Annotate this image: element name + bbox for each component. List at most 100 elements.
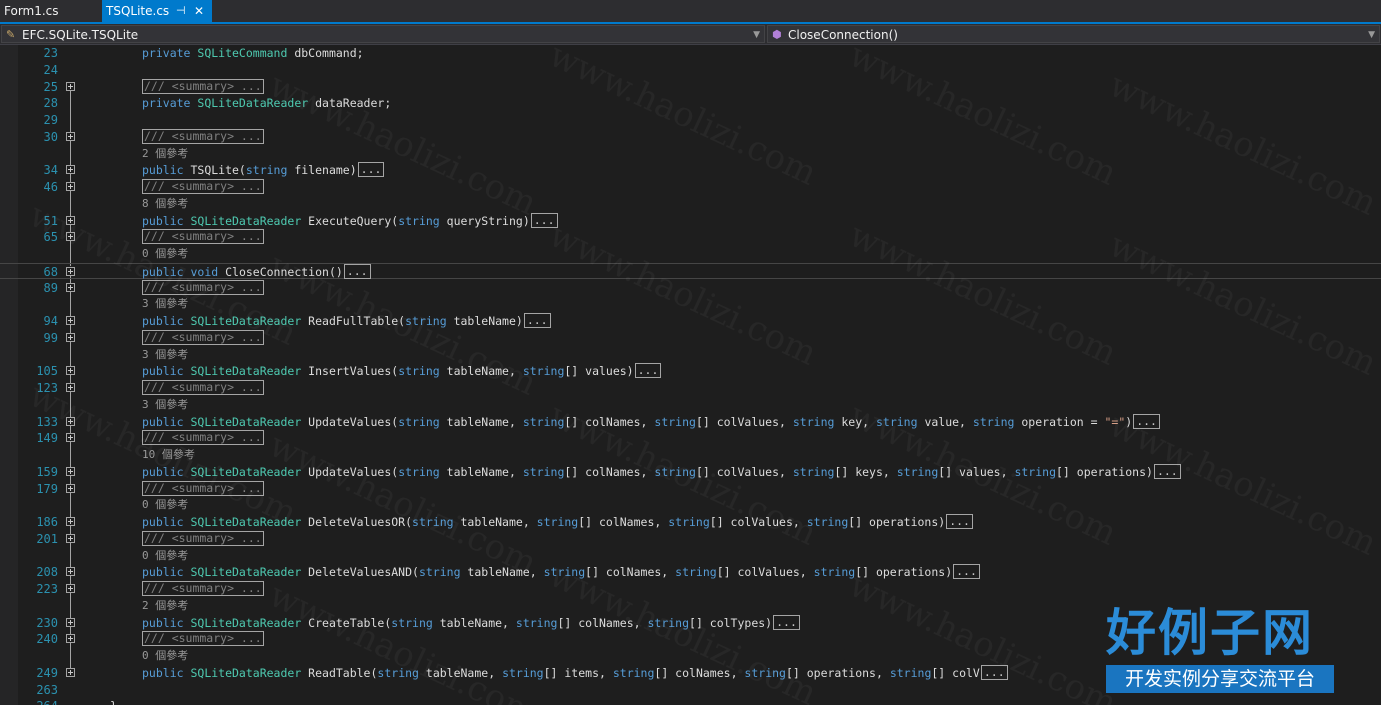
code-line[interactable]: 133 public SQLiteDataReader UpdateValues(… — [0, 413, 1381, 430]
expand-outline-icon[interactable] — [66, 584, 75, 593]
code-lens-row[interactable]: 0 個參考 — [0, 497, 1381, 513]
code-line[interactable]: 201 /// <summary> ... — [0, 530, 1381, 547]
expand-outline-icon[interactable] — [66, 667, 75, 677]
expand-outline-icon[interactable] — [66, 131, 75, 141]
code-line[interactable]: 223 /// <summary> ... — [0, 581, 1381, 597]
collapsed-summary-comment[interactable]: /// <summary> ... — [142, 128, 264, 144]
tab-form1-cs[interactable]: Form1.cs — [0, 0, 102, 22]
expand-outline-icon[interactable] — [66, 634, 75, 644]
code-line[interactable]: 51 public SQLiteDataReader ExecuteQuery(s… — [0, 212, 1381, 229]
expand-outline-icon[interactable] — [66, 617, 75, 627]
expand-outline-icon[interactable] — [66, 81, 75, 91]
expand-outline-icon[interactable] — [66, 215, 75, 225]
code-line[interactable]: 179 /// <summary> ... — [0, 480, 1381, 497]
member-dropdown[interactable]: ⬢ CloseConnection() ▼ — [767, 25, 1380, 43]
reference-count-link[interactable]: 2 個參考 — [142, 598, 188, 614]
collapsed-body-ellipsis[interactable]: ... — [523, 313, 551, 328]
reference-count-link[interactable]: 0 個參考 — [142, 548, 188, 564]
expand-outline-icon[interactable] — [66, 366, 75, 376]
code-line[interactable]: 34 public TSQLite(string filename)... — [0, 162, 1381, 178]
code-line[interactable]: 29 — [0, 112, 1381, 128]
close-icon[interactable]: ✕ — [194, 0, 204, 22]
code-lens-row[interactable]: 3 個參考 — [0, 347, 1381, 363]
expand-outline-icon[interactable] — [66, 433, 75, 443]
reference-count-link[interactable]: 2 個參考 — [142, 146, 188, 162]
expand-outline-icon[interactable] — [66, 232, 75, 242]
keyword-token: string — [875, 414, 918, 429]
reference-count-link[interactable]: 3 個參考 — [142, 296, 188, 312]
code-lens-row[interactable]: 0 個參考 — [0, 246, 1381, 262]
code-line[interactable]: 23 private SQLiteCommand dbCommand; — [0, 45, 1381, 61]
code-line[interactable]: 89 /// <summary> ... — [0, 279, 1381, 296]
collapsed-summary-comment[interactable]: /// <summary> ... — [142, 380, 264, 395]
collapsed-body-ellipsis[interactable]: ... — [357, 162, 385, 178]
code-line[interactable]: 186 public SQLiteDataReader DeleteValuesO… — [0, 514, 1381, 530]
code-line[interactable]: 105 public SQLiteDataReader InsertValues(… — [0, 363, 1381, 379]
code-line[interactable]: 208 public SQLiteDataReader DeleteValuesA… — [0, 564, 1381, 580]
code-line[interactable]: 28 private SQLiteDataReader dataReader; — [0, 95, 1381, 111]
code-token: [] colNames, — [564, 464, 655, 479]
type-dropdown[interactable]: ✎ EFC.SQLite.TSQLite ▼ — [1, 25, 765, 43]
reference-count-link[interactable]: 0 個參考 — [142, 246, 188, 262]
collapsed-body-ellipsis[interactable]: ... — [1153, 463, 1181, 479]
pin-icon[interactable]: ⊣ — [176, 0, 186, 22]
code-lens-row[interactable]: 0 個參考 — [0, 548, 1381, 564]
collapsed-body-ellipsis[interactable]: ... — [773, 614, 800, 630]
reference-count-link[interactable]: 0 個參考 — [142, 648, 188, 664]
code-line[interactable]: 149 /// <summary> ... — [0, 430, 1381, 446]
expand-outline-icon[interactable] — [66, 316, 75, 325]
reference-count-link[interactable]: 10 個參考 — [142, 447, 195, 463]
chevron-down-icon[interactable]: ▼ — [1368, 26, 1375, 44]
tab-tsqlite-cs[interactable]: TSQLite.cs ⊣ ✕ — [102, 0, 212, 22]
expand-outline-icon[interactable] — [66, 517, 75, 526]
collapsed-summary-comment[interactable]: /// <summary> ... — [142, 279, 264, 295]
expand-outline-icon[interactable] — [66, 266, 75, 276]
expand-outline-icon[interactable] — [66, 282, 75, 292]
code-line[interactable]: 123 /// <summary> ... — [0, 380, 1381, 396]
collapsed-body-ellipsis[interactable]: ... — [530, 212, 558, 228]
expand-outline-icon[interactable] — [66, 483, 75, 493]
collapsed-summary-comment[interactable]: /// <summary> ... — [142, 430, 264, 446]
expand-outline-icon[interactable] — [66, 567, 75, 577]
collapsed-summary-comment[interactable]: /// <summary> ... — [142, 179, 264, 194]
code-line[interactable]: 46 /// <summary> ... — [0, 179, 1381, 195]
code-line[interactable]: 94 public SQLiteDataReader ReadFullTable(… — [0, 313, 1381, 329]
collapsed-body-ellipsis[interactable]: ... — [953, 564, 980, 580]
code-lens-row[interactable]: 3 個參考 — [0, 296, 1381, 312]
code-lens-row[interactable]: 2 個參考 — [0, 146, 1381, 162]
code-lens-row[interactable]: 3 個參考 — [0, 397, 1381, 413]
expand-outline-icon[interactable] — [66, 383, 75, 392]
expand-outline-icon[interactable] — [66, 165, 75, 175]
reference-count-link[interactable]: 3 個參考 — [142, 397, 188, 413]
code-line[interactable]: 24 — [0, 62, 1381, 78]
code-line[interactable]: 159 public SQLiteDataReader UpdateValues(… — [0, 463, 1381, 480]
collapsed-body-ellipsis[interactable]: ... — [946, 514, 973, 529]
code-lens-row[interactable]: 10 個參考 — [0, 447, 1381, 463]
expand-outline-icon[interactable] — [66, 466, 75, 476]
collapsed-summary-comment[interactable]: /// <summary> ... — [142, 329, 264, 345]
collapsed-summary-comment[interactable]: /// <summary> ... — [142, 480, 264, 496]
collapsed-body-ellipsis[interactable]: ... — [980, 664, 1008, 680]
code-line[interactable]: 25 /// <summary> ... — [0, 78, 1381, 95]
code-line[interactable]: 65 /// <summary> ... — [0, 229, 1381, 245]
expand-outline-icon[interactable] — [66, 533, 75, 543]
collapsed-summary-comment[interactable]: /// <summary> ... — [142, 78, 264, 94]
expand-outline-icon[interactable] — [66, 416, 75, 426]
collapsed-summary-comment[interactable]: /// <summary> ... — [142, 530, 264, 546]
code-line[interactable]: 99 /// <summary> ... — [0, 329, 1381, 346]
collapsed-summary-comment[interactable]: /// <summary> ... — [142, 581, 264, 596]
collapsed-body-ellipsis[interactable]: ... — [634, 363, 662, 379]
reference-count-link[interactable]: 0 個參考 — [142, 497, 188, 513]
code-lens-row[interactable]: 8 個參考 — [0, 196, 1381, 212]
collapsed-summary-comment[interactable]: /// <summary> ... — [142, 631, 264, 647]
collapsed-body-ellipsis[interactable]: ... — [343, 263, 371, 279]
code-line[interactable]: 68 public void CloseConnection()... — [0, 262, 1381, 279]
reference-count-link[interactable]: 3 個參考 — [142, 347, 188, 363]
collapsed-body-ellipsis[interactable]: ... — [1133, 413, 1160, 429]
expand-outline-icon[interactable] — [66, 182, 75, 191]
chevron-down-icon[interactable]: ▼ — [753, 26, 760, 44]
expand-outline-icon[interactable] — [66, 332, 75, 342]
reference-count-link[interactable]: 8 個參考 — [142, 196, 188, 212]
collapsed-summary-comment[interactable]: /// <summary> ... — [142, 229, 264, 245]
code-line[interactable]: 30 /// <summary> ... — [0, 128, 1381, 145]
